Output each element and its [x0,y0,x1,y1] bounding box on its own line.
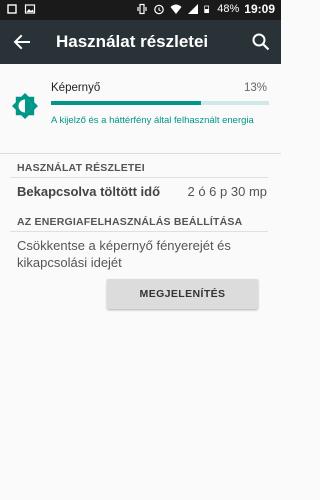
on-time-value: 2 ó 6 p 30 mp [187,184,268,199]
wifi-icon [170,4,182,14]
battery-percent: 48% [217,3,240,15]
usage-description: A kijelző és a háttérfény által felhaszn… [51,115,254,126]
notification-icon [7,4,17,14]
back-arrow-icon[interactable] [10,30,34,54]
usage-progress-bar [51,101,269,105]
status-bar: 48% 19:09 [0,0,281,20]
signal-icon [188,4,199,14]
brightness-icon [12,93,38,119]
usage-details-header: HASZNÁLAT RÉSZLETEI [17,162,145,174]
show-button[interactable]: MEGJELENÍTÉS [107,279,258,309]
usage-progress-fill [51,101,202,105]
image-icon [24,4,36,14]
power-settings-header: AZ ENERGIAFELHASZNÁLÁS BEÁLLÍTÁSA [17,216,243,228]
battery-icon [204,5,210,14]
usage-item-name: Képernyő [51,82,101,94]
section-divider [10,231,268,232]
search-icon[interactable] [249,30,273,54]
on-time-label: Bekapcsolva töltött idő [17,184,161,199]
section-divider [10,177,268,178]
alarm-icon [154,4,165,15]
usage-percent: 13% [243,82,267,94]
clock: 19:09 [244,2,275,16]
power-tip-text: Csökkentse a képernyő fényerejét és kika… [17,238,231,270]
app-toolbar: Használat részletei [0,20,281,64]
page-title: Használat részletei [56,32,209,51]
divider [0,153,281,154]
vibrate-icon [137,3,147,15]
